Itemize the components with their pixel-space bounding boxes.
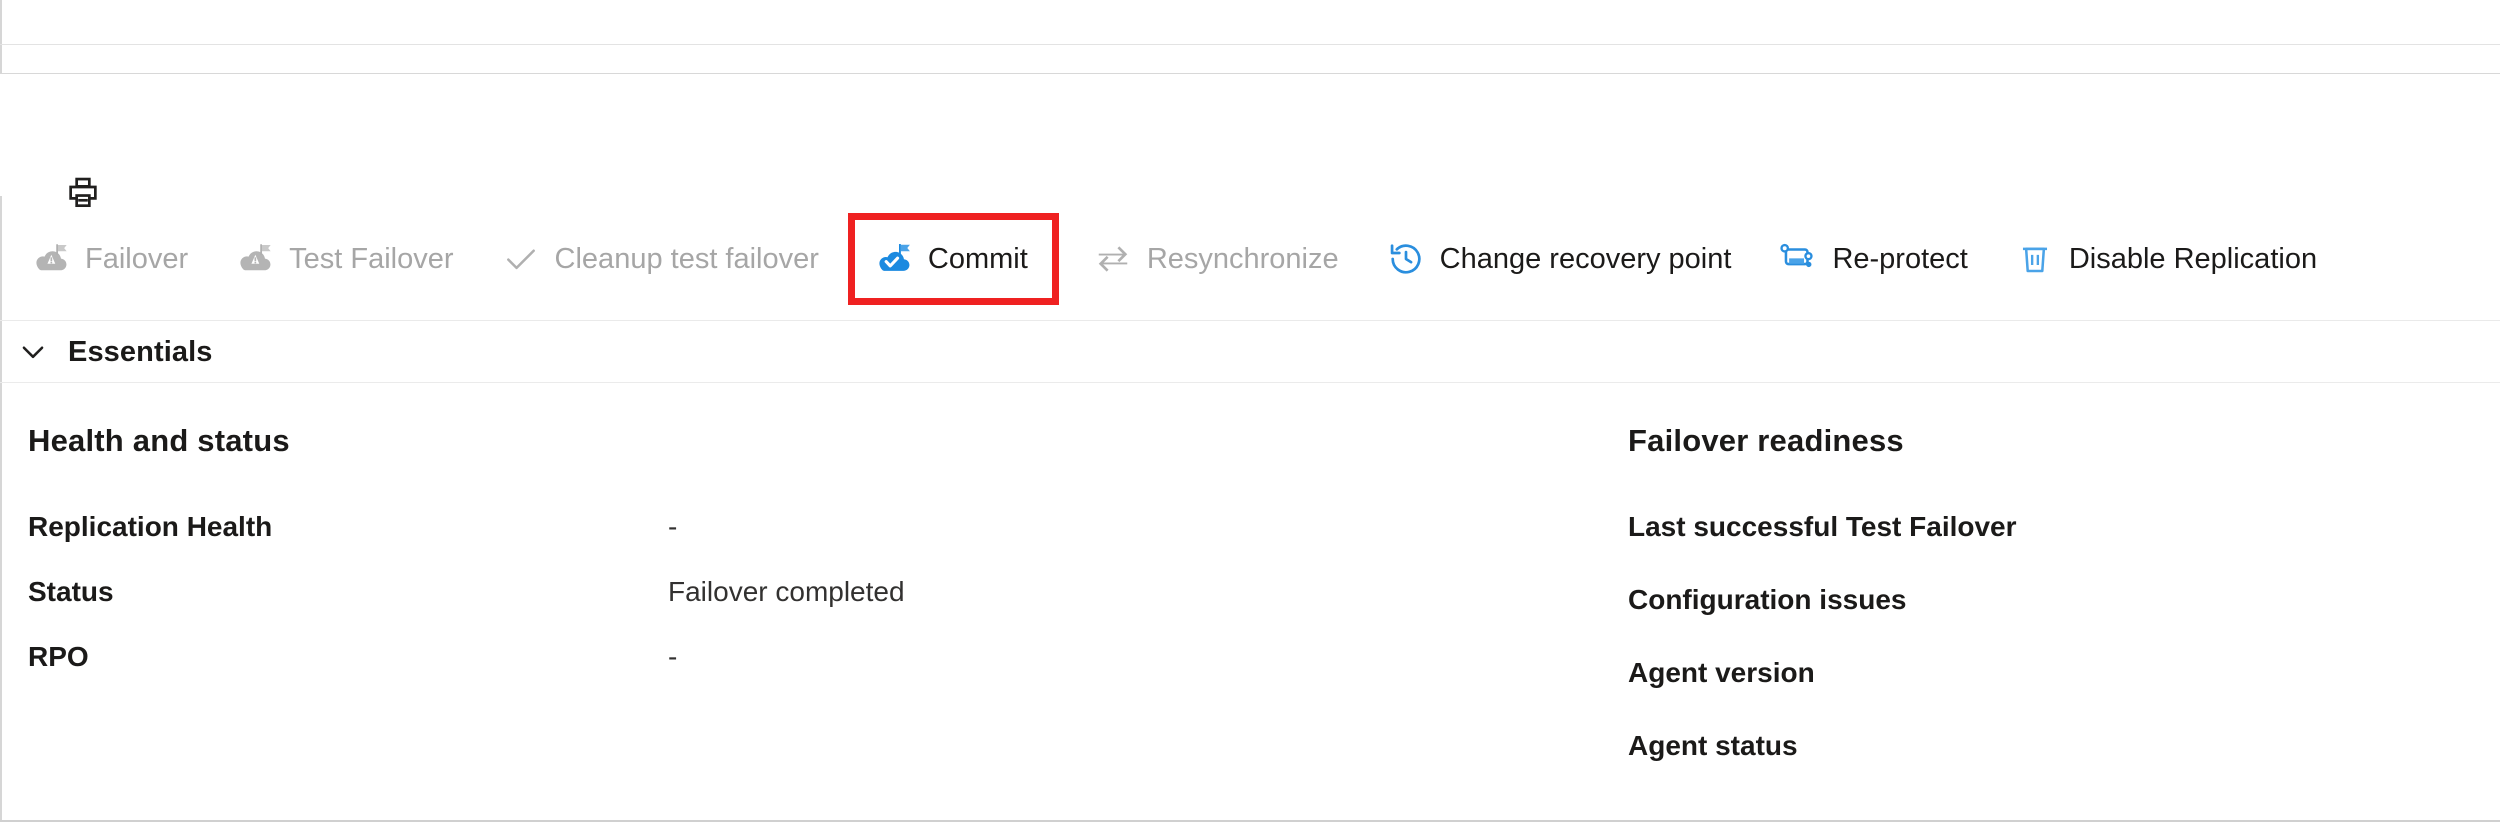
azure-site-recovery-blade: Failover Test Failover Cleanup test fail… xyxy=(0,0,2500,822)
essentials-header[interactable]: Essentials xyxy=(0,322,2500,382)
failover-command[interactable]: Failover xyxy=(16,228,204,290)
failover-readiness-title: Failover readiness xyxy=(1628,423,1904,458)
list-item: RPO - xyxy=(28,641,978,706)
replication-health-value: - xyxy=(668,511,678,542)
failover-readiness-list: Last successful Test Failover Configurat… xyxy=(1628,511,2488,803)
status-label: Status xyxy=(28,576,114,607)
status-value: Failover completed xyxy=(668,576,905,607)
re-protect-label: Re-protect xyxy=(1832,242,1968,275)
commit-command[interactable]: Commit xyxy=(847,213,1059,305)
command-strip xyxy=(0,74,2500,208)
list-item: Agent status xyxy=(1628,730,2488,803)
rpo-label: RPO xyxy=(28,641,89,672)
checkmark-icon xyxy=(502,240,540,278)
resynchronize-label: Resynchronize xyxy=(1146,242,1339,275)
cleanup-test-failover-command[interactable]: Cleanup test failover xyxy=(486,228,835,290)
failover-label: Failover xyxy=(85,242,189,275)
list-item: Configuration issues xyxy=(1628,584,2488,657)
commit-label: Commit xyxy=(927,242,1028,275)
command-toolbar: Failover Test Failover Cleanup test fail… xyxy=(0,196,2500,322)
cloud-test-failover-icon xyxy=(236,240,274,278)
rpo-value: - xyxy=(668,641,678,672)
health-and-status-column: Health and status Replication Health - S… xyxy=(28,383,978,706)
list-item: Agent version xyxy=(1628,657,2488,730)
cleanup-test-failover-label: Cleanup test failover xyxy=(554,242,819,275)
health-and-status-title: Health and status xyxy=(28,423,290,458)
disable-replication-command[interactable]: Disable Replication xyxy=(2000,228,2333,290)
re-protect-icon xyxy=(1779,240,1817,278)
toolbar-divider xyxy=(0,320,2500,321)
test-failover-label: Test Failover xyxy=(289,242,454,275)
chevron-down-icon xyxy=(12,331,54,373)
cloud-failover-icon xyxy=(32,240,70,278)
change-recovery-point-label: Change recovery point xyxy=(1439,242,1732,275)
last-successful-test-failover-label: Last successful Test Failover xyxy=(1628,511,2017,542)
history-clock-icon xyxy=(1387,240,1425,278)
agent-status-label: Agent status xyxy=(1628,730,1798,761)
essentials-label: Essentials xyxy=(68,335,213,368)
list-item: Status Failover completed xyxy=(28,576,978,641)
agent-version-label: Agent version xyxy=(1628,657,1815,688)
change-recovery-point-command[interactable]: Change recovery point xyxy=(1371,228,1748,290)
header-divider-top xyxy=(0,44,2500,45)
trash-icon xyxy=(2016,240,2054,278)
resynchronize-command[interactable]: Resynchronize xyxy=(1078,228,1355,290)
essentials-body: Health and status Replication Health - S… xyxy=(0,383,2500,820)
list-item: Replication Health - xyxy=(28,511,978,576)
health-and-status-list: Replication Health - Status Failover com… xyxy=(28,511,978,706)
re-protect-command[interactable]: Re-protect xyxy=(1763,228,1983,290)
configuration-issues-label: Configuration issues xyxy=(1628,584,1907,615)
cloud-commit-icon xyxy=(875,240,913,278)
list-item: Last successful Test Failover xyxy=(1628,511,2488,584)
test-failover-command[interactable]: Test Failover xyxy=(220,228,469,290)
sync-arrows-icon xyxy=(1094,240,1132,278)
failover-readiness-column: Failover readiness Last successful Test … xyxy=(1628,383,2488,803)
disable-replication-label: Disable Replication xyxy=(2068,242,2318,275)
replication-health-label: Replication Health xyxy=(28,511,273,542)
